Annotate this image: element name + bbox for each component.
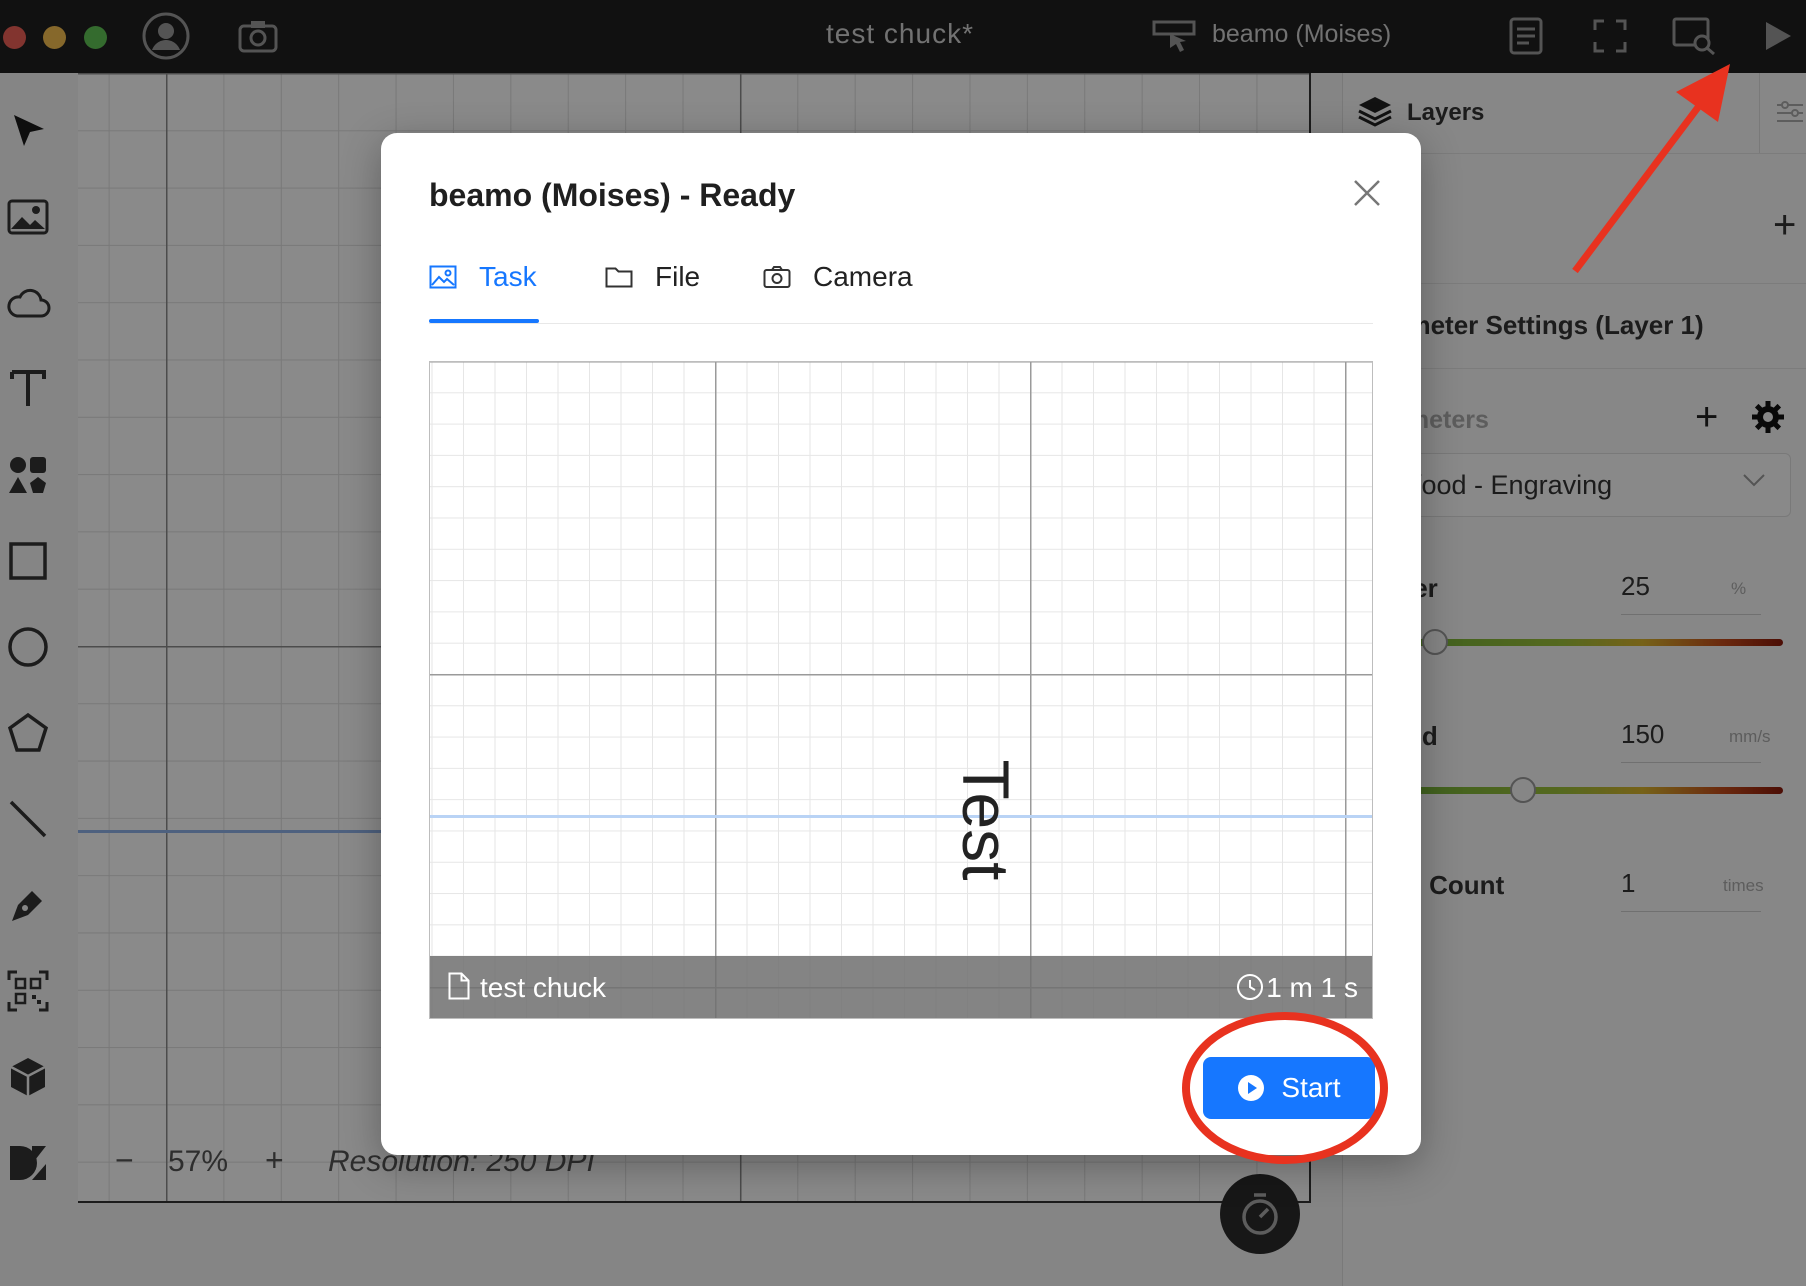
tab-task[interactable]: Task [429,261,539,323]
tab-task-label: Task [479,261,537,292]
task-duration: 1 m 1 s [1266,972,1358,1003]
file-icon [448,972,470,1000]
annotation-circle [1182,1012,1388,1164]
dialog-tabs: Task File Camera [429,261,1373,324]
camera-icon [763,266,791,288]
active-tab-indicator [429,319,539,323]
task-preview: Test test chuck 1 m 1 s [429,361,1373,1019]
tab-camera[interactable]: Camera [763,261,913,321]
tab-file[interactable]: File [605,261,700,321]
preview-text-object: Test [949,759,1023,881]
tab-camera-label: Camera [813,261,913,292]
folder-icon [605,267,633,288]
tab-file-label: File [655,261,701,292]
monitor-dialog: beamo (Moises) - Ready Task File Camera … [381,133,1421,1155]
annotation-arrow [1572,64,1730,274]
preview-info-bar: test chuck 1 m 1 s [430,956,1372,1018]
image-icon [429,265,457,289]
close-icon [1354,180,1380,206]
preview-guide-line [430,815,1372,818]
clock-icon [1237,974,1263,1000]
close-dialog-button[interactable] [1347,173,1387,213]
task-file-name: test chuck [480,972,607,1003]
dialog-title: beamo (Moises) - Ready [429,177,796,213]
